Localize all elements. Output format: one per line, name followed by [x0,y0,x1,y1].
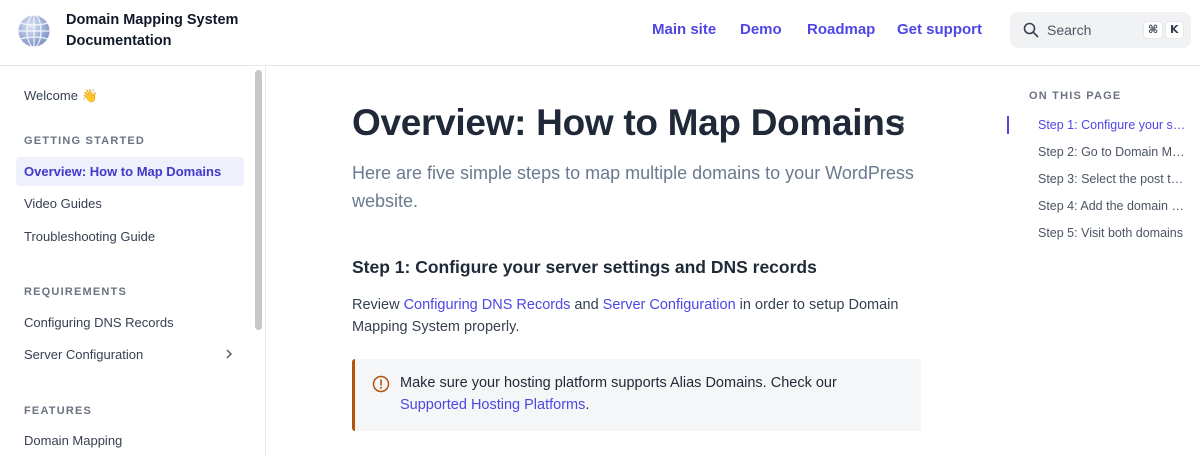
chevron-right-icon[interactable] [224,349,234,359]
warning-callout: Make sure your hosting platform supports… [352,359,921,431]
toc-item-step-4[interactable]: Step 4: Add the domain mapping [1038,199,1186,213]
link-supported-hosting-platforms[interactable]: Supported Hosting Platforms [400,397,585,413]
nav-roadmap[interactable]: Roadmap [807,21,875,38]
sidebar-item-video-guides[interactable]: Video Guides [16,189,244,218]
toc-active-indicator [1007,116,1009,134]
brand-line-2: Documentation [66,33,172,49]
search-label: Search [1047,22,1092,38]
sidebar-item-welcome[interactable]: Welcome 👋 [16,81,244,110]
callout-text: Make sure your hosting platform supports… [400,372,900,416]
callout-text-main: Make sure your hosting platform supports… [400,375,837,391]
callout-text-after: . [585,397,590,413]
sidebar-item-server-configuration[interactable]: Server Configuration [16,340,244,369]
sidebar-heading-features: FEATURES [24,405,93,417]
para-text-before: Review [352,297,404,313]
warning-circle-icon [372,375,390,393]
toc-item-step-3[interactable]: Step 3: Select the post type [1038,172,1186,186]
page-lede: Here are five simple steps to map multip… [352,163,914,211]
nav-get-support[interactable]: Get support [897,21,982,38]
search-icon [1023,22,1039,38]
sidebar-scrollbar[interactable] [255,70,262,330]
top-header: Domain Mapping System Documentation Main… [0,0,1200,66]
sidebar: Welcome 👋 GETTING STARTED Overview: How … [0,67,266,456]
more-options-icon[interactable] [893,114,911,134]
shortcut-cmd-key: ⌘ [1143,21,1164,39]
search-button[interactable]: Search ⌘ K [1010,12,1191,48]
shortcut-k-key: K [1165,21,1184,39]
toc-item-step-5[interactable]: Step 5: Visit both domains [1038,226,1186,240]
toc-heading: ON THIS PAGE [1029,90,1122,102]
step1-paragraph: Review Configuring DNS Records and Serve… [352,294,912,338]
nav-demo[interactable]: Demo [740,21,782,38]
sidebar-item-label: Server Configuration [24,347,144,362]
toc-item-step-2[interactable]: Step 2: Go to Domain Mapping System sett… [1038,145,1186,159]
step1-heading: Step 1: Configure your server settings a… [352,257,817,277]
brand-line-1: Domain Mapping System [66,12,239,28]
sidebar-heading-requirements: REQUIREMENTS [24,286,128,298]
sidebar-item-overview[interactable]: Overview: How to Map Domains [16,157,244,186]
link-configuring-dns-records[interactable]: Configuring DNS Records [404,297,571,313]
para-text-middle: and [570,297,603,313]
nav-main-site[interactable]: Main site [652,21,716,38]
link-server-configuration[interactable]: Server Configuration [603,297,736,313]
page-title: Overview: How to Map Domains [352,102,905,143]
globe-logo-icon[interactable] [16,13,52,49]
sidebar-item-troubleshooting[interactable]: Troubleshooting Guide [16,222,244,251]
site-brand[interactable]: Domain Mapping System Documentation [66,10,256,52]
sidebar-item-domain-mapping[interactable]: Domain Mapping [16,426,244,455]
toc-item-step-1[interactable]: Step 1: Configure your server settings a… [1038,118,1186,132]
sidebar-item-dns-records[interactable]: Configuring DNS Records [16,308,244,337]
sidebar-heading-getting-started: GETTING STARTED [24,135,146,147]
